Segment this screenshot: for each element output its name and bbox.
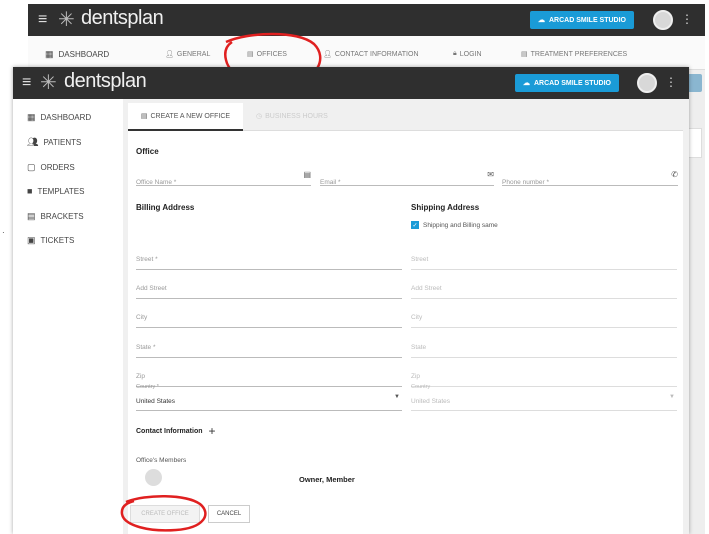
member-avatar	[145, 469, 162, 486]
email-field[interactable]: Email * ✉	[320, 170, 494, 186]
clock-icon: ◷	[256, 113, 263, 120]
add-contact-icon[interactable]: +	[209, 424, 216, 438]
same-address-checkbox[interactable]: ✓ Shipping and Billing same	[411, 221, 498, 229]
front-studio-button[interactable]: ☁ ARCAD SMILE STUDIO	[515, 74, 619, 92]
back-tab-general[interactable]: 👤︎ GENERAL	[165, 50, 210, 59]
front-topbar: ≡ ✳ dentsplan ☁ ARCAD SMILE STUDIO ⋮	[13, 67, 689, 99]
people-icon: 👥︎	[27, 137, 39, 147]
back-avatar[interactable]	[653, 10, 673, 30]
back-logo: dentsplan	[81, 7, 164, 29]
billing-street-field[interactable]: Street *	[136, 248, 402, 270]
shipping-add-street-field[interactable]: Add Street	[411, 277, 677, 299]
back-window-card	[688, 128, 702, 158]
sidebar-item-patients[interactable]: 👥︎ PATIENTS	[27, 137, 81, 148]
back-sidebar-dashboard[interactable]: ▦ DASHBOARD	[45, 49, 109, 60]
front-more-icon[interactable]: ⋮	[665, 75, 677, 89]
back-tabbar: ▦ DASHBOARD 👤︎ GENERAL ▤ OFFICES 👤︎ CONTACT…	[28, 36, 705, 70]
sidebar-item-tickets[interactable]: ▣ TICKETS	[27, 235, 74, 246]
cloud-icon: ☁	[523, 80, 530, 87]
phone-icon: ✆	[671, 170, 678, 179]
template-icon: ■	[27, 186, 33, 196]
dashboard-icon: ▦	[27, 112, 36, 122]
logo-icon: ✳	[58, 9, 75, 31]
mail-icon: ✉	[487, 170, 494, 179]
cloud-icon: ☁	[538, 17, 545, 24]
cancel-button[interactable]: CANCEL	[208, 505, 250, 523]
clipboard-icon: ▤	[521, 51, 528, 58]
bracket-icon: ▤	[27, 211, 36, 221]
contact-info-row: Contact Information +	[136, 424, 216, 438]
lock-icon: 🔒︎	[453, 50, 457, 57]
sidebar-item-orders[interactable]: ▢ ORDERS	[27, 162, 75, 173]
back-tab-contact[interactable]: 👤︎ CONTACT INFORMATION	[323, 50, 419, 59]
sidebar-item-dashboard[interactable]: ▦ DASHBOARD	[27, 112, 91, 123]
shipping-state-field[interactable]: State	[411, 336, 677, 358]
sidebar-item-brackets[interactable]: ▤ BRACKETS	[27, 211, 84, 222]
form-tabs: ▤ CREATE A NEW OFFICE ◷ BUSINESS HOURS	[128, 103, 683, 131]
billing-add-street-field[interactable]: Add Street	[136, 277, 402, 299]
menu-icon[interactable]: ≡	[22, 74, 31, 92]
contact-info-title: Contact Information	[136, 427, 203, 435]
back-studio-button[interactable]: ☁ ARCAD SMILE STUDIO	[530, 11, 634, 29]
shipping-country-select[interactable]: Country United States ▼	[411, 384, 677, 411]
front-logo: dentsplan	[64, 70, 147, 92]
ticket-icon: ▣	[27, 235, 36, 245]
form-card: Office Office Name * ▤ Email * ✉ Phone n…	[128, 131, 683, 534]
office-name-field[interactable]: Office Name * ▤	[136, 170, 311, 186]
sidebar-item-templates[interactable]: ■ TEMPLATES	[27, 186, 84, 196]
dot-marker: ·	[2, 228, 5, 237]
back-topbar: ≡ ✳ dentsplan ☁ ARCAD SMILE STUDIO ⋮	[28, 4, 705, 36]
billing-state-field[interactable]: State *	[136, 336, 402, 358]
shipping-title: Shipping Address	[411, 203, 480, 212]
clipboard-icon: ▢	[27, 162, 36, 172]
shipping-street-field[interactable]: Street	[411, 248, 677, 270]
billing-title: Billing Address	[136, 203, 195, 212]
back-tab-treatment[interactable]: ▤ TREATMENT PREFERENCES	[521, 50, 627, 59]
office-section-title: Office	[136, 147, 159, 156]
office-icon: ▤	[140, 113, 148, 120]
back-tab-login[interactable]: 🔒︎ LOGIN	[453, 50, 482, 58]
menu-icon[interactable]: ≡	[38, 11, 47, 29]
member-role: Owner, Member	[299, 475, 355, 484]
chevron-down-icon: ▼	[669, 394, 675, 400]
red-annotation-create	[120, 494, 207, 532]
logo-icon: ✳	[40, 72, 57, 94]
tab-create-office[interactable]: ▤ CREATE A NEW OFFICE	[128, 103, 243, 131]
office-icon: ▤	[303, 170, 311, 179]
chevron-down-icon: ▼	[394, 394, 400, 400]
person-icon: 👤︎	[165, 51, 174, 58]
tab-business-hours[interactable]: ◷ BUSINESS HOURS	[256, 112, 328, 121]
members-label: Office's Members	[136, 457, 187, 464]
shipping-city-field[interactable]: City	[411, 306, 677, 328]
front-avatar[interactable]	[637, 73, 657, 93]
billing-city-field[interactable]: City	[136, 306, 402, 328]
billing-country-select[interactable]: Country * United States ▼	[136, 384, 402, 411]
checkbox-checked-icon: ✓	[411, 221, 419, 229]
back-more-icon[interactable]: ⋮	[681, 12, 693, 26]
sidebar: ▦ DASHBOARD 👥︎ PATIENTS ▢ ORDERS ■ TEMPL…	[13, 99, 123, 534]
phone-field[interactable]: Phone number * ✆	[502, 170, 678, 186]
dashboard-icon: ▦	[45, 49, 54, 59]
